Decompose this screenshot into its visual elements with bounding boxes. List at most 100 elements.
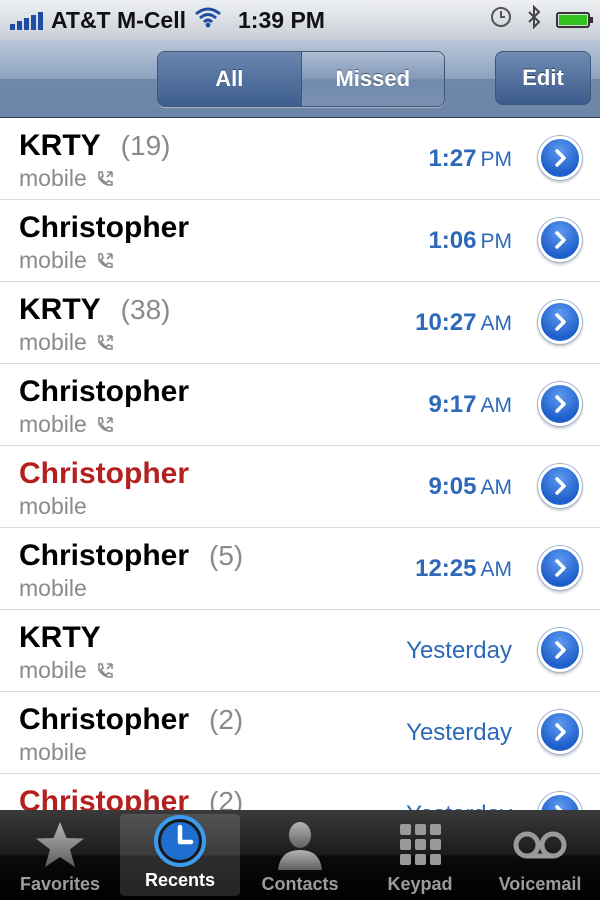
call-row[interactable]: Christopher mobile 9:17 AM [0,364,600,446]
call-row[interactable]: Christopher (2) mobile Yesterday [0,692,600,774]
details-disclosure-button[interactable] [538,546,582,590]
call-time-value: 9:17 [428,391,477,418]
outgoing-call-icon [95,333,115,353]
phone-type: mobile [19,739,87,765]
call-time-value: 9:05 [428,473,477,500]
outgoing-call-icon [95,169,115,189]
phone-type: mobile [19,247,87,273]
call-time-ampm: PM [480,230,513,253]
call-time-value: 1:27 [428,145,477,172]
keypad-icon [390,818,450,872]
caller-name: Christopher [19,211,190,244]
edit-button[interactable]: Edit [495,51,591,105]
tab-bar: Favorites Recents Contacts Keypad Voicemail [0,810,600,900]
outgoing-call-icon [95,251,115,271]
caller-name: Christopher [19,539,190,572]
call-count: (5) [209,540,244,571]
outgoing-call-icon [95,661,115,681]
call-time: 10:27 AM [415,309,512,337]
call-row[interactable]: Christopher(2)mobileYesterday [0,774,600,810]
call-row[interactable]: KRTY (19) mobile 1:27 PM [0,118,600,200]
call-time-ampm: AM [480,312,513,335]
details-disclosure-button[interactable] [538,218,582,262]
details-disclosure-button[interactable] [538,628,582,672]
tab-contacts[interactable]: Contacts [240,810,360,900]
call-row[interactable]: KRTY (38) mobile 10:27 AM [0,282,600,364]
chevron-right-icon [550,476,570,496]
tab-label: Keypad [387,874,453,894]
details-disclosure-button[interactable] [538,300,582,344]
phone-type: mobile [19,411,87,437]
tab-label: Voicemail [498,874,582,894]
phone-type: mobile [19,493,87,519]
phone-type: mobile [19,575,87,601]
details-disclosure-button[interactable] [538,382,582,426]
tab-label: Recents [144,870,216,890]
caller-name: Christopher [19,375,190,408]
caller-name: Christopher [19,457,190,490]
chevron-right-icon [550,312,570,332]
call-time-ampm: PM [480,148,513,171]
signal-strength-icon [10,10,43,30]
phone-type: mobile [19,657,87,683]
chevron-right-icon [550,558,570,578]
details-disclosure-button[interactable] [538,792,582,810]
call-time: 12:25 AM [415,555,512,583]
call-time-value: 10:27 [415,309,477,336]
phone-type: mobile [19,329,87,355]
call-time-value: 12:25 [415,555,477,582]
call-day: Yesterday [406,719,512,746]
battery-icon [556,12,593,28]
caller-name: Christopher [19,703,190,736]
segment-missed[interactable]: Missed [301,52,444,106]
call-time-value: 1:06 [428,227,477,254]
tab-label: Favorites [19,874,101,894]
carrier-name: AT&T M-Cell [51,6,187,33]
call-day: Yesterday [406,801,512,810]
call-count: (2) [209,786,244,810]
person-icon [270,818,330,872]
call-row[interactable]: Christopher mobile 9:05 AM [0,446,600,528]
chevron-right-icon [550,722,570,742]
wifi-icon [194,6,222,34]
chevron-right-icon [550,148,570,168]
voicemail-icon [510,818,570,872]
tab-keypad[interactable]: Keypad [360,810,480,900]
call-count: (38) [120,294,171,325]
call-row[interactable]: Christopher mobile 1:06 PM [0,200,600,282]
call-count: (2) [209,704,244,735]
tab-recents[interactable]: Recents [120,814,240,896]
details-disclosure-button[interactable] [538,136,582,180]
caller-name: KRTY [19,129,101,162]
status-time: 1:39 PM [238,6,325,33]
segment-all[interactable]: All [158,52,302,106]
call-row[interactable]: KRTY mobile Yesterday [0,610,600,692]
call-time-ampm: AM [480,394,513,417]
call-count: (19) [120,130,171,161]
caller-name: KRTY [19,293,101,326]
caller-name: KRTY [19,621,101,654]
alarm-clock-icon [490,6,512,34]
call-time-ampm: AM [480,476,513,499]
call-time: 1:27 PM [428,145,512,173]
details-disclosure-button[interactable] [538,710,582,754]
recent-calls-list: KRTY (19) mobile 1:27 PM Christopher mobile 1:0… [0,118,600,810]
call-time: 9:17 AM [428,391,512,419]
caller-name: Christopher [19,785,190,810]
outgoing-call-icon [95,415,115,435]
call-day: Yesterday [406,637,512,664]
bluetooth-icon [526,4,542,35]
star-icon [30,818,90,872]
status-bar: AT&T M-Cell 1:39 PM [0,0,600,40]
tab-favorites[interactable]: Favorites [0,810,120,900]
call-row[interactable]: Christopher (5) mobile 12:25 AM [0,528,600,610]
chevron-right-icon [550,394,570,414]
call-time: 9:05 AM [428,473,512,501]
tab-voicemail[interactable]: Voicemail [480,810,600,900]
clock-icon [150,814,210,868]
call-time: 1:06 PM [428,227,512,255]
details-disclosure-button[interactable] [538,464,582,508]
navigation-bar: All Missed Edit [0,40,600,118]
chevron-right-icon [550,640,570,660]
call-time-ampm: AM [480,558,513,581]
